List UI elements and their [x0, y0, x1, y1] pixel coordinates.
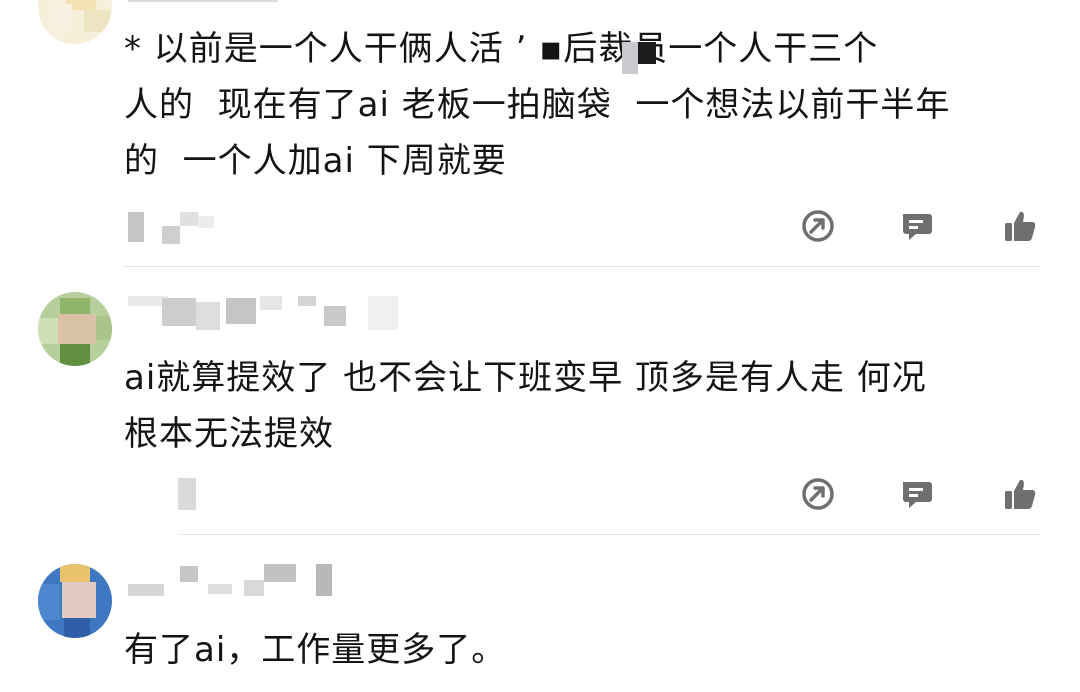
avatar[interactable] — [38, 564, 112, 638]
thumbs-up-icon[interactable] — [1002, 476, 1038, 512]
comment-item: ai就算提效了 也不会让下班变早 顶多是有人走 何况 根本无法提效 — [0, 268, 1080, 536]
comment-bubble-icon[interactable] — [898, 476, 934, 512]
avatar[interactable] — [38, 0, 112, 44]
comment-text: ai就算提效了 也不会让下班变早 顶多是有人走 何况 根本无法提效 — [124, 358, 927, 454]
comment-item: 有了ai，工作量更多了。 — [0, 536, 1080, 692]
share-arrow-icon[interactable] — [800, 476, 836, 512]
comment-text: * 以前是一个人干俩人活 ’ ▪后裁员一个人干三个 人的 现在有了ai 老板一拍… — [124, 29, 951, 181]
comment-actions — [800, 208, 1050, 248]
comment-text: 有了ai，工作量更多了。 — [124, 630, 507, 670]
divider — [124, 266, 1040, 267]
share-arrow-icon[interactable] — [800, 208, 836, 244]
comment-actions — [800, 476, 1050, 516]
redacted-block — [622, 40, 658, 76]
thumbs-up-icon[interactable] — [1002, 208, 1038, 244]
comment-item: * 以前是一个人干俩人活 ’ ▪后裁员一个人干三个 人的 现在有了ai 老板一拍… — [0, 0, 1080, 268]
comment-bubble-icon[interactable] — [898, 208, 934, 244]
divider — [180, 534, 1040, 535]
avatar[interactable] — [38, 292, 112, 366]
